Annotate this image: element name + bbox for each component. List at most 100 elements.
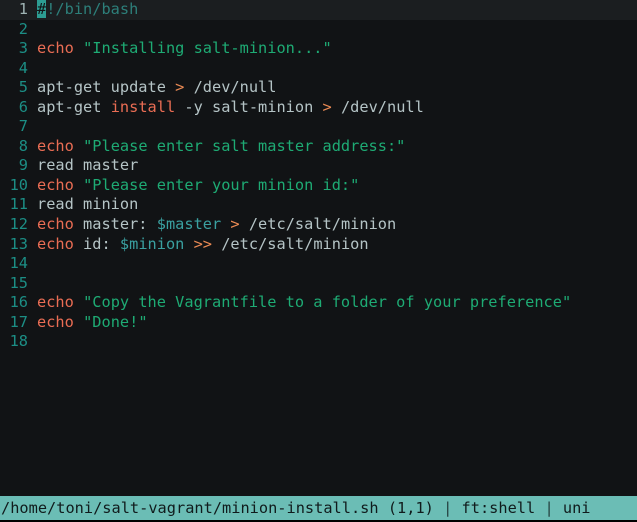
code-token: >: [175, 78, 185, 97]
line-number: 8: [18, 136, 28, 155]
code-token: master:: [73, 215, 157, 234]
line-content: echo "Copy the Vagrantfile to a folder o…: [28, 293, 637, 313]
code-line[interactable]: 18: [0, 332, 637, 352]
line-number: 10: [9, 175, 28, 194]
line-number: 7: [18, 117, 28, 136]
code-token: echo: [37, 293, 74, 312]
line-number: 9: [18, 156, 28, 175]
status-file-path: /home/toni/salt-vagrant/minion-install.s…: [1, 499, 379, 517]
line-number: 3: [18, 39, 28, 58]
code-line[interactable]: 11 read minion: [0, 195, 637, 215]
code-line[interactable]: 4: [0, 59, 637, 79]
code-token: read minion: [37, 195, 139, 214]
line-content: apt-get update > /dev/null: [28, 78, 637, 98]
code-token: echo: [37, 215, 74, 234]
status-cursor-position: (1,1): [387, 499, 434, 517]
code-line[interactable]: 9 read master: [0, 156, 637, 176]
line-content: read master: [28, 156, 637, 176]
line-content: echo "Installing salt-minion...": [28, 39, 637, 59]
code-token: >: [230, 215, 240, 234]
code-token: /dev/null: [184, 78, 277, 97]
code-token: echo: [37, 136, 74, 155]
code-line[interactable]: 15: [0, 274, 637, 294]
line-number: 6: [18, 97, 28, 116]
line-content: echo "Please enter salt master address:": [28, 137, 637, 157]
status-line: /home/toni/salt-vagrant/minion-install.s…: [0, 496, 637, 520]
status-separator-1: |: [443, 499, 453, 517]
code-line[interactable]: 5 apt-get update > /dev/null: [0, 78, 637, 98]
line-number: 16: [9, 293, 28, 312]
status-filetype: ft:shell: [461, 499, 536, 517]
code-token: /dev/null: [331, 97, 424, 116]
status-fileformat: uni: [562, 499, 591, 517]
line-content: echo "Done!": [28, 313, 637, 333]
code-token: install: [110, 97, 176, 116]
code-token: apt-get: [37, 97, 111, 116]
code-line[interactable]: 16 echo "Copy the Vagrantfile to a folder…: [0, 293, 637, 313]
line-number: 12: [9, 215, 28, 234]
line-number: 18: [9, 332, 28, 351]
line-content: [28, 254, 637, 274]
status-space-3: [452, 499, 461, 517]
code-token: /etc/salt/minion: [239, 215, 397, 234]
code-line[interactable]: 13 echo id: $minion >> /etc/salt/minion: [0, 235, 637, 255]
line-content: [28, 20, 637, 40]
code-token: -y salt-minion: [175, 97, 323, 116]
code-token: >>: [193, 234, 213, 253]
status-space-2: [434, 499, 443, 517]
code-line[interactable]: 6 apt-get install -y salt-minion > /dev/n…: [0, 98, 637, 118]
line-number: 2: [18, 19, 28, 38]
code-line[interactable]: 10 echo "Please enter your minion id:": [0, 176, 637, 196]
code-token: !/bin/bash: [46, 0, 139, 18]
code-token: echo: [37, 39, 74, 58]
code-line[interactable]: 3 echo "Installing salt-minion...": [0, 39, 637, 59]
line-number: 17: [9, 312, 28, 331]
code-token: id:: [73, 234, 120, 253]
code-line[interactable]: 1 #!/bin/bash: [0, 0, 637, 20]
code-token: echo: [37, 234, 74, 253]
line-content: read minion: [28, 195, 637, 215]
line-content: [28, 59, 637, 79]
code-token: >: [322, 97, 332, 116]
code-token: read master: [37, 156, 139, 175]
code-token: "Copy the Vagrantfile to a folder of you…: [83, 293, 572, 312]
code-text-area[interactable]: 1 #!/bin/bash 2 3 echo "Installing salt-mini…: [0, 0, 637, 496]
line-number: 13: [9, 234, 28, 253]
line-content: echo "Please enter your minion id:": [28, 176, 637, 196]
code-token: $minion: [119, 234, 185, 253]
line-number: 11: [9, 195, 28, 214]
text-cursor: #: [37, 0, 47, 18]
code-token: apt-get update: [37, 78, 176, 97]
code-token: "Installing salt-minion...": [83, 39, 332, 58]
line-number: 1: [18, 0, 28, 18]
code-line[interactable]: 7: [0, 117, 637, 137]
code-line[interactable]: 12 echo master: $master > /etc/salt/minio…: [0, 215, 637, 235]
status-space-5: [554, 499, 563, 517]
code-token: echo: [37, 175, 74, 194]
status-separator-2: |: [544, 499, 554, 517]
vim-editor-window: 1 #!/bin/bash 2 3 echo "Installing salt-mini…: [0, 0, 637, 522]
code-line[interactable]: 8 echo "Please enter salt master address:…: [0, 137, 637, 157]
line-content: apt-get install -y salt-minion > /dev/nu…: [28, 98, 637, 118]
status-space-1: [379, 499, 388, 517]
code-token: $master: [156, 215, 222, 234]
line-content: [28, 332, 637, 352]
line-content: [28, 274, 637, 294]
line-content: #!/bin/bash: [28, 0, 637, 20]
line-number: 15: [9, 273, 28, 292]
code-token: "Please enter your minion id:": [83, 175, 360, 194]
line-number: 14: [9, 254, 28, 273]
code-token: echo: [37, 312, 74, 331]
code-line[interactable]: 14: [0, 254, 637, 274]
line-content: echo id: $minion >> /etc/salt/minion: [28, 235, 637, 255]
line-content: echo master: $master > /etc/salt/minion: [28, 215, 637, 235]
code-line[interactable]: 17 echo "Done!": [0, 313, 637, 333]
code-line[interactable]: 2: [0, 20, 637, 40]
line-number: 4: [18, 58, 28, 77]
